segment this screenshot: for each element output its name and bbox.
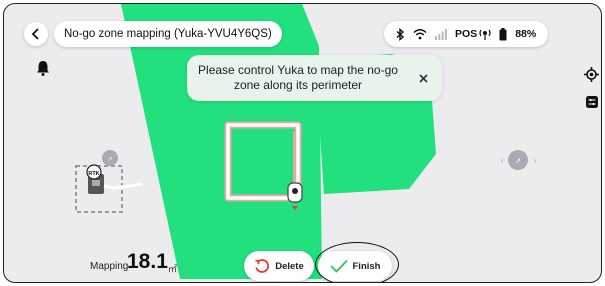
delete-label: Delete <box>275 260 304 272</box>
close-icon <box>418 73 428 83</box>
status-bar: POS 88% <box>384 21 549 47</box>
notifications-button[interactable] <box>36 60 50 81</box>
cellular-signal-icon <box>435 28 447 40</box>
battery-level: 88% <box>515 28 537 40</box>
finish-button[interactable]: Finish <box>318 251 392 281</box>
delete-button[interactable]: Delete <box>244 251 314 281</box>
wifi-icon <box>413 28 427 40</box>
pos-signal-icon: POS <box>455 28 491 40</box>
pos-label: POS <box>455 28 478 40</box>
mapping-area-value: 18.1 <box>127 250 168 273</box>
svg-text:‹: ‹ <box>501 156 504 165</box>
locate-button[interactable] <box>584 67 599 87</box>
locate-icon <box>584 67 599 82</box>
page-title: No-go zone mapping (Yuka-YVU4Y6QS) <box>54 21 282 47</box>
chevron-left-icon <box>31 28 39 40</box>
toast-message: Please control Yuka to map the no-go zon… <box>198 63 398 92</box>
svg-text:↗: ↗ <box>107 157 112 163</box>
settings-icon <box>586 96 598 108</box>
mapping-area-unit: ㎡ <box>168 264 178 274</box>
bell-icon <box>37 61 49 76</box>
finish-label: Finish <box>352 260 381 272</box>
station-label: RTK <box>88 171 99 177</box>
undo-icon <box>255 259 270 273</box>
toast-close-button[interactable] <box>414 69 432 87</box>
checkmark-icon <box>329 259 348 273</box>
charging-station: RTK <box>75 164 143 213</box>
svg-text:↗: ↗ <box>515 158 521 165</box>
mapping-label: Mapping <box>90 261 129 272</box>
instruction-toast: Please control Yuka to map the no-go zon… <box>187 55 442 101</box>
battery-icon <box>499 27 507 41</box>
bluetooth-icon <box>396 27 405 41</box>
svg-text:›: › <box>534 156 537 165</box>
back-button[interactable] <box>24 22 48 46</box>
joystick-hint-right[interactable]: ↗ ‹ › <box>501 150 537 170</box>
map-settings-button[interactable] <box>586 95 598 113</box>
app-frame: RTK ↗ ↗ ‹ › No-go zone mapping (Yuka-YVU… <box>3 3 602 283</box>
joystick-hint-left[interactable]: ↗ <box>102 150 118 166</box>
